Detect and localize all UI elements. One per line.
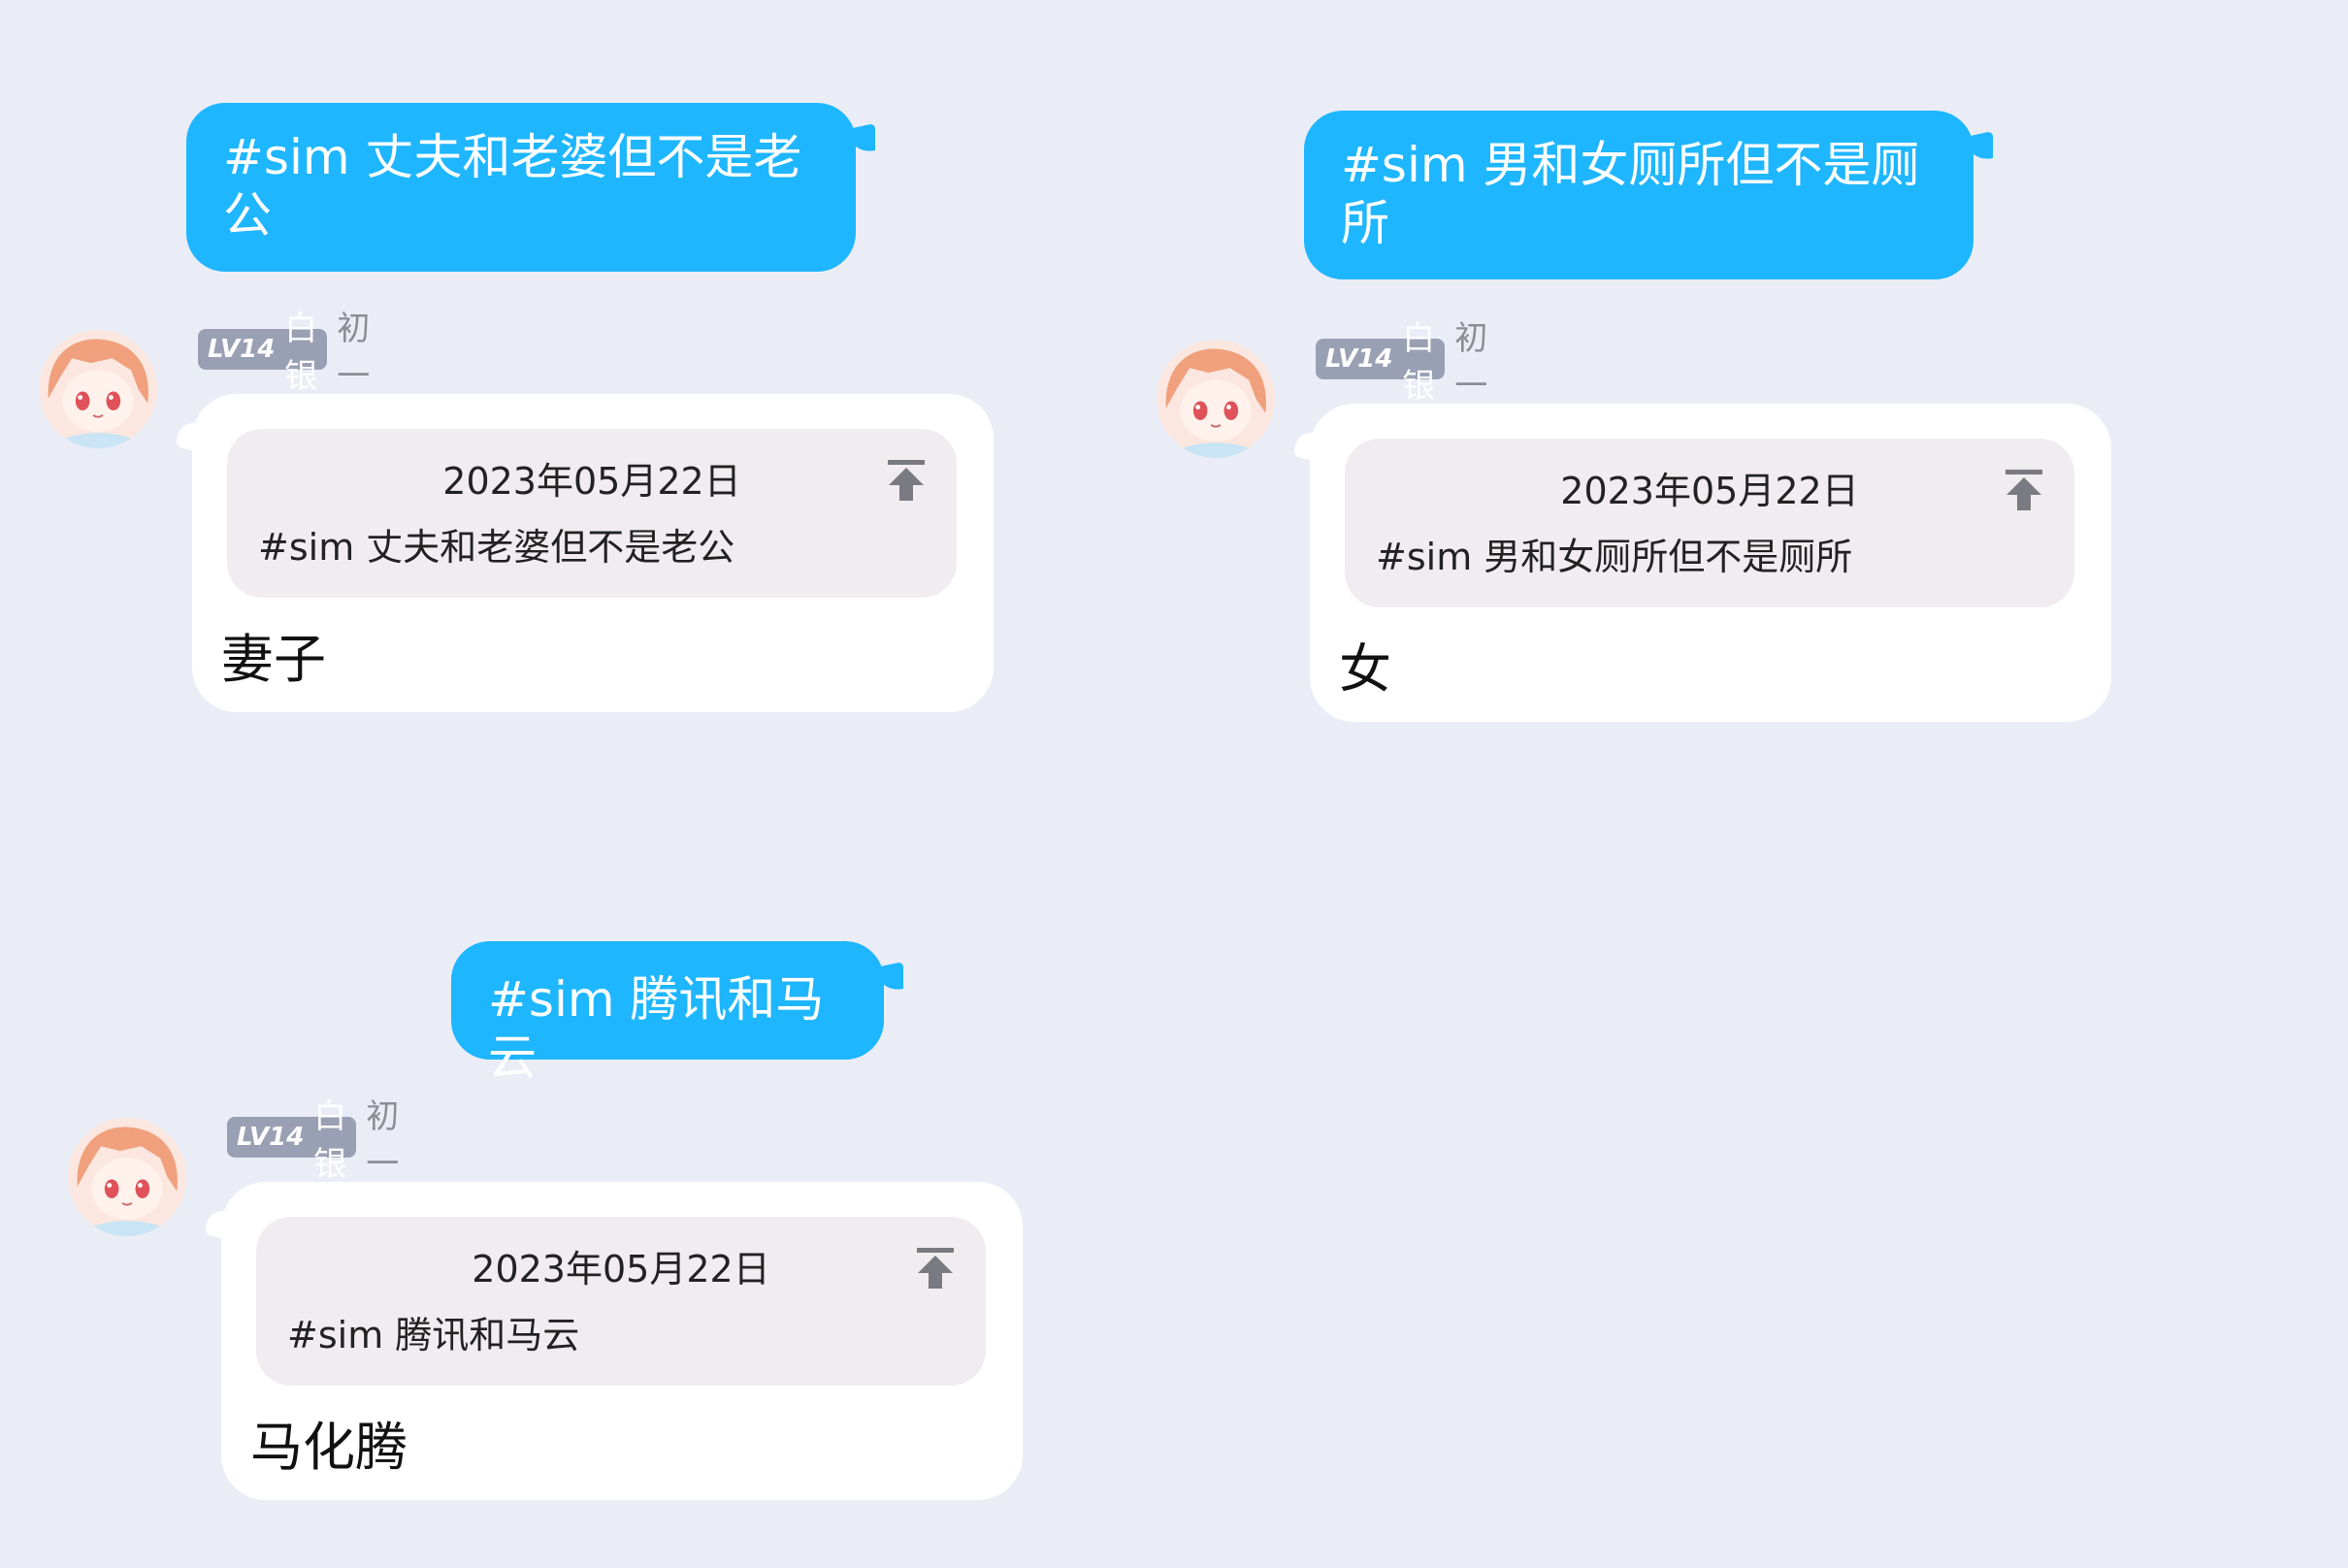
bubble-tail: [1294, 427, 1323, 464]
reply-answer: 马化腾: [250, 1417, 408, 1478]
level-rank: 白银: [1402, 319, 1436, 406]
quote-date: 2023年05月22日: [442, 460, 741, 503]
level-rank: 白银: [284, 310, 318, 396]
avatar[interactable]: [68, 1118, 186, 1236]
reply-answer: 妻子: [221, 629, 326, 690]
sent-message-bubble[interactable]: #sim 丈夫和老婆但不是老公: [186, 103, 875, 272]
avatar[interactable]: [1157, 340, 1275, 458]
level-rank: 白银: [313, 1097, 347, 1184]
level-badge: LV14 白银: [1316, 319, 1446, 406]
sender-name[interactable]: 初一: [1454, 311, 1487, 407]
quote-date: 2023年05月22日: [1560, 470, 1859, 512]
bubble-tail: [206, 1205, 235, 1242]
sent-message-text: #sim 丈夫和老婆但不是老公: [223, 129, 802, 244]
reply-card[interactable]: 2023年05月22日 #sim 丈夫和老婆但不是老公 妻子: [177, 394, 994, 712]
anime-avatar-icon: [1157, 340, 1275, 458]
arrow-to-top-icon[interactable]: [885, 458, 928, 503]
level-badge: LV14 白银: [227, 1097, 357, 1184]
bubble-tail: [177, 417, 206, 454]
quoted-message[interactable]: 2023年05月22日 #sim 男和女厕所但不是厕所: [1345, 439, 2074, 607]
arrow-to-top-icon[interactable]: [914, 1246, 957, 1290]
sender-name[interactable]: 初一: [337, 302, 370, 397]
sent-message-text: #sim 腾讯和马云: [488, 971, 825, 1086]
sent-message-bubble[interactable]: #sim 腾讯和马云: [451, 941, 903, 1086]
level-badge: LV14 白银: [198, 310, 328, 396]
reply-answer: 女: [1339, 638, 1391, 700]
quote-text: #sim 腾讯和马云: [287, 1314, 580, 1356]
level-number: LV14: [1325, 344, 1393, 374]
quote-text: #sim 丈夫和老婆但不是老公: [258, 526, 735, 569]
sender-meta: LV14 白银 初一: [227, 1097, 399, 1184]
anime-avatar-icon: [68, 1118, 186, 1236]
anime-avatar-icon: [39, 330, 157, 448]
sender-meta: LV14 白银 初一: [1316, 319, 1487, 406]
bubble-tail: [848, 123, 875, 156]
quoted-message[interactable]: 2023年05月22日 #sim 丈夫和老婆但不是老公: [227, 429, 957, 598]
quoted-message[interactable]: 2023年05月22日 #sim 腾讯和马云: [256, 1217, 986, 1386]
sent-message-text: #sim 男和女厕所但不是厕所: [1341, 137, 1920, 251]
level-number: LV14: [208, 335, 276, 364]
bubble-tail: [876, 962, 903, 995]
level-number: LV14: [237, 1123, 305, 1152]
bubble-tail: [1966, 131, 1993, 164]
arrow-to-top-icon[interactable]: [2003, 468, 2045, 512]
reply-card[interactable]: 2023年05月22日 #sim 腾讯和马云 马化腾: [206, 1182, 1023, 1500]
sender-name[interactable]: 初一: [366, 1090, 399, 1185]
reply-card[interactable]: 2023年05月22日 #sim 男和女厕所但不是厕所 女: [1294, 404, 2111, 722]
quote-date: 2023年05月22日: [472, 1248, 770, 1290]
quote-text: #sim 男和女厕所但不是厕所: [1376, 536, 1853, 578]
sender-meta: LV14 白银 初一: [198, 310, 370, 396]
avatar[interactable]: [39, 330, 157, 448]
sent-message-bubble[interactable]: #sim 男和女厕所但不是厕所: [1304, 111, 1993, 279]
